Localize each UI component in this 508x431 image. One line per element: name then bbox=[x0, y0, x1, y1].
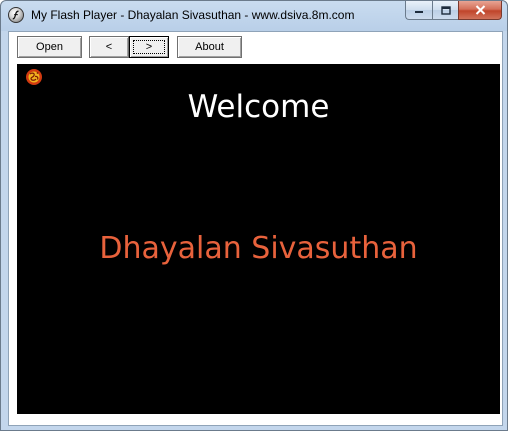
forward-button[interactable]: > bbox=[129, 36, 169, 58]
open-button[interactable]: Open bbox=[17, 36, 82, 58]
maximize-icon bbox=[440, 5, 451, 15]
close-icon bbox=[475, 5, 485, 15]
minimize-icon bbox=[415, 11, 423, 13]
minimize-button[interactable] bbox=[405, 1, 432, 20]
welcome-heading: Welcome bbox=[187, 89, 330, 125]
om-symbol-logo bbox=[26, 69, 42, 85]
caption-buttons bbox=[405, 1, 502, 21]
maximize-button[interactable] bbox=[432, 1, 458, 20]
toolbar: Open < > About bbox=[9, 32, 502, 63]
flash-player-app-icon[interactable] bbox=[8, 7, 24, 23]
window-title: My Flash Player - Dhayalan Sivasuthan - … bbox=[31, 8, 355, 22]
client-area: Open < > About Welcome Dhayalan Sivasuth… bbox=[8, 31, 503, 426]
title-bar[interactable]: My Flash Player - Dhayalan Sivasuthan - … bbox=[1, 1, 507, 31]
back-button[interactable]: < bbox=[89, 36, 129, 58]
author-name-text: Dhayalan Sivasuthan bbox=[99, 231, 418, 266]
flash-stage[interactable]: Welcome Dhayalan Sivasuthan bbox=[17, 64, 500, 414]
bottom-strip bbox=[9, 414, 502, 425]
close-button[interactable] bbox=[458, 1, 502, 20]
app-window: My Flash Player - Dhayalan Sivasuthan - … bbox=[0, 0, 508, 431]
about-button[interactable]: About bbox=[177, 36, 242, 58]
